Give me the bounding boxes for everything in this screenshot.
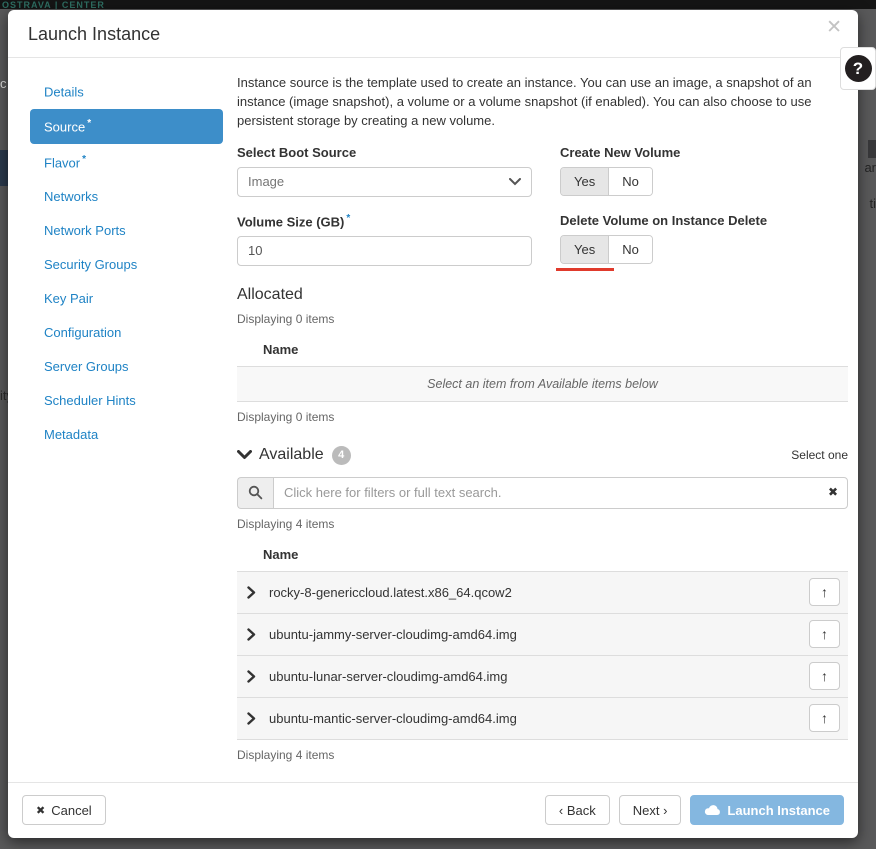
delete-volume-toggle: Yes No (560, 235, 653, 264)
modal-footer: ✖ Cancel ‹ Back Next › Launch Instance (8, 782, 858, 838)
delete-volume-yes-button[interactable]: Yes (561, 236, 608, 263)
source-form: Select Boot Source Image Create New Volu… (237, 145, 848, 266)
collapse-chevron-icon[interactable] (237, 450, 252, 460)
background-band-left (0, 150, 8, 186)
image-row: ubuntu-lunar-server-cloudimg-amd64.img ↑ (237, 656, 848, 698)
expand-chevron-icon[interactable] (247, 670, 256, 683)
search-button[interactable] (237, 477, 273, 509)
wizard-step-server-groups[interactable]: Server Groups (30, 350, 223, 383)
available-heading: Available (259, 446, 324, 464)
required-mark: * (87, 118, 91, 129)
available-count-badge: 4 (332, 446, 351, 465)
cancel-label: Cancel (51, 803, 91, 818)
wizard-step-network-ports[interactable]: Network Ports (30, 214, 223, 247)
image-row: ubuntu-mantic-server-cloudimg-amd64.img … (237, 698, 848, 740)
launch-instance-modal: Launch Instance ✕ ? Details Source* Flav… (8, 10, 858, 838)
search-input[interactable] (273, 477, 848, 509)
boot-source-select[interactable]: Image (237, 167, 532, 197)
modal-body: Details Source* Flavor* Networks Network… (8, 58, 858, 782)
boot-source-value: Image (248, 174, 284, 189)
image-row: rocky-8-genericcloud.latest.x86_64.qcow2… (237, 572, 848, 614)
available-count-bottom: Displaying 4 items (237, 748, 848, 762)
required-mark: * (82, 154, 86, 165)
background-fragment: ar (864, 160, 876, 175)
create-volume-yes-button[interactable]: Yes (561, 168, 608, 195)
help-icon: ? (845, 55, 872, 82)
delete-volume-label: Delete Volume on Instance Delete (560, 213, 848, 228)
volume-size-label: Volume Size (GB)* (237, 213, 532, 229)
delete-volume-field: Delete Volume on Instance Delete Yes No (560, 213, 848, 266)
allocated-count-top: Displaying 0 items (237, 312, 848, 326)
wizard-step-key-pair[interactable]: Key Pair (30, 282, 223, 315)
expand-chevron-icon[interactable] (247, 628, 256, 641)
image-name: ubuntu-mantic-server-cloudimg-amd64.img (269, 711, 517, 726)
annotation-underline (556, 268, 614, 271)
image-name: rocky-8-genericcloud.latest.x86_64.qcow2 (269, 585, 512, 600)
back-button[interactable]: ‹ Back (545, 795, 610, 825)
select-one-hint: Select one (791, 448, 848, 462)
volume-size-field: Volume Size (GB)* (237, 213, 532, 266)
create-volume-field: Create New Volume Yes No (560, 145, 848, 197)
allocate-up-button[interactable]: ↑ (809, 662, 840, 690)
required-mark: * (346, 213, 350, 224)
allocated-heading: Allocated (237, 286, 848, 304)
volume-size-input[interactable] (237, 236, 532, 266)
background-fragment: c (0, 76, 7, 91)
next-button[interactable]: Next › (619, 795, 682, 825)
allocated-count-bottom: Displaying 0 items (237, 410, 848, 424)
image-row: ubuntu-jammy-server-cloudimg-amd64.img ↑ (237, 614, 848, 656)
help-button[interactable]: ? (840, 47, 876, 90)
expand-chevron-icon[interactable] (247, 712, 256, 725)
search-bar: ✖ (237, 477, 848, 509)
wizard-step-source[interactable]: Source* (30, 109, 223, 143)
launch-instance-button[interactable]: Launch Instance (690, 795, 844, 825)
image-name: ubuntu-jammy-server-cloudimg-amd64.img (269, 627, 517, 642)
search-icon (248, 485, 263, 500)
wizard-step-security-groups[interactable]: Security Groups (30, 248, 223, 281)
source-description: Instance source is the template used to … (237, 74, 848, 131)
background-top-bar: OSTRAVA | CENTER (0, 0, 876, 9)
create-volume-toggle: Yes No (560, 167, 653, 196)
wizard-step-networks[interactable]: Networks (30, 180, 223, 213)
footer-actions: ‹ Back Next › Launch Instance (545, 795, 844, 825)
cancel-x-icon: ✖ (36, 804, 45, 817)
launch-instance-label: Launch Instance (727, 803, 830, 818)
background-fragment: OSTRAVA | CENTER (0, 0, 876, 9)
allocate-up-button[interactable]: ↑ (809, 578, 840, 606)
allocate-up-button[interactable]: ↑ (809, 620, 840, 648)
cloud-icon (704, 804, 721, 816)
chevron-down-icon (509, 178, 521, 186)
wizard-step-scheduler-hints[interactable]: Scheduler Hints (30, 384, 223, 417)
boot-source-field: Select Boot Source Image (237, 145, 532, 197)
available-count-top: Displaying 4 items (237, 517, 848, 531)
source-panel: Instance source is the template used to … (237, 74, 848, 782)
modal-title: Launch Instance (28, 24, 838, 45)
clear-search-icon[interactable]: ✖ (828, 486, 838, 498)
image-name: ubuntu-lunar-server-cloudimg-amd64.img (269, 669, 507, 684)
wizard-nav: Details Source* Flavor* Networks Network… (30, 74, 223, 782)
available-header: Available 4 Select one (237, 446, 848, 465)
allocated-empty-row: Select an item from Available items belo… (237, 366, 848, 402)
delete-volume-no-button[interactable]: No (608, 236, 652, 263)
create-volume-label: Create New Volume (560, 145, 848, 160)
available-list: rocky-8-genericcloud.latest.x86_64.qcow2… (237, 571, 848, 740)
cancel-button[interactable]: ✖ Cancel (22, 795, 106, 825)
wizard-step-metadata[interactable]: Metadata (30, 418, 223, 451)
wizard-step-configuration[interactable]: Configuration (30, 316, 223, 349)
background-band-right (868, 140, 876, 158)
boot-source-label: Select Boot Source (237, 145, 532, 160)
allocated-name-header: Name (237, 334, 848, 366)
allocate-up-button[interactable]: ↑ (809, 704, 840, 732)
available-name-header: Name (237, 539, 848, 571)
wizard-step-flavor[interactable]: Flavor* (30, 145, 223, 179)
wizard-step-details[interactable]: Details (30, 74, 223, 108)
create-volume-no-button[interactable]: No (608, 168, 652, 195)
expand-chevron-icon[interactable] (247, 586, 256, 599)
modal-header: Launch Instance ✕ ? (8, 10, 858, 58)
close-icon[interactable]: ✕ (826, 18, 842, 37)
background-fragment: ti (870, 196, 876, 211)
